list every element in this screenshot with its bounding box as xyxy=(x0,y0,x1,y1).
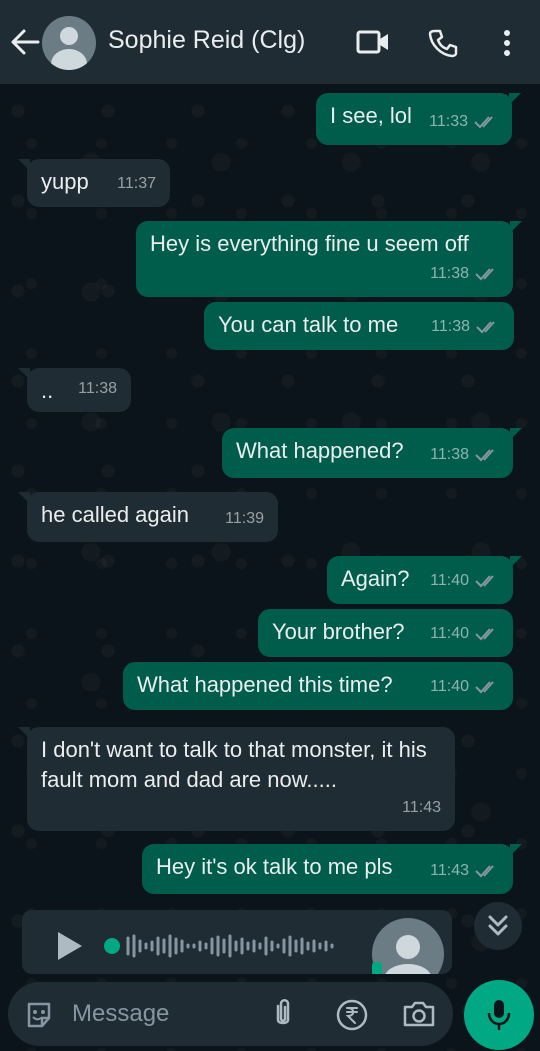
voice-sender-avatar xyxy=(372,918,444,974)
message-time: 11:43 xyxy=(430,862,469,879)
message-meta: 11:40 xyxy=(430,672,499,702)
read-ticks-icon xyxy=(475,865,494,878)
read-ticks-icon xyxy=(475,628,494,641)
double-chevron-down-icon xyxy=(488,915,508,936)
rupee-icon[interactable] xyxy=(336,999,368,1031)
message-incoming[interactable]: .. 11:38 xyxy=(18,368,131,412)
sticker-icon[interactable] xyxy=(24,1000,54,1030)
message-incoming[interactable]: yupp 11:37 xyxy=(18,159,170,207)
message-meta: 11:38 xyxy=(430,440,499,470)
message-outgoing[interactable]: I see, lol 11:33 xyxy=(316,93,521,145)
message-outgoing[interactable]: You can talk to me 11:38 xyxy=(204,302,514,350)
read-ticks-icon xyxy=(475,681,494,694)
message-text: You can talk to me xyxy=(218,312,399,337)
message-time: 11:33 xyxy=(429,113,468,130)
message-time: 11:40 xyxy=(430,678,469,695)
message-text: he called again xyxy=(41,502,190,527)
back-arrow-icon[interactable] xyxy=(10,28,40,56)
video-call-icon[interactable] xyxy=(356,28,390,61)
phone-icon[interactable] xyxy=(428,28,458,63)
mic-icon xyxy=(487,1000,511,1030)
message-outgoing[interactable]: Your brother? 11:40 xyxy=(258,609,513,657)
message-time: 11:38 xyxy=(430,265,469,282)
mic-button[interactable] xyxy=(464,980,534,1050)
camera-icon[interactable] xyxy=(402,1000,436,1028)
message-outgoing[interactable]: Again? 11:40 xyxy=(327,556,522,604)
read-ticks-icon xyxy=(475,449,494,462)
message-meta: 11:40 xyxy=(430,619,499,649)
message-text: I see, lol xyxy=(330,103,412,128)
voice-message[interactable] xyxy=(22,910,452,974)
read-ticks-icon xyxy=(474,116,493,129)
message-time: 11:38 xyxy=(430,446,469,463)
message-time: 11:40 xyxy=(430,572,469,589)
message-time: 11:40 xyxy=(430,625,469,642)
message-incoming[interactable]: I don't want to talk to that monster, it… xyxy=(18,727,455,831)
message-time: 11:37 xyxy=(117,175,156,192)
message-text: Your brother? xyxy=(272,619,405,644)
message-meta: 11:39 xyxy=(225,504,264,534)
contact-avatar[interactable] xyxy=(42,16,96,70)
more-vert-icon[interactable] xyxy=(503,30,511,61)
message-outgoing[interactable]: Hey is everything fine u seem off 11:38 xyxy=(136,221,522,297)
message-text: I don't want to talk to that monster, it… xyxy=(41,737,427,792)
read-ticks-icon xyxy=(475,575,494,588)
message-time: 11:38 xyxy=(431,318,470,335)
read-ticks-icon xyxy=(475,268,494,281)
message-meta: 11:40 xyxy=(430,566,499,596)
chat-header: Sophie Reid (Clg) xyxy=(0,0,540,84)
message-text: Hey it's ok talk to me pls xyxy=(156,854,393,879)
scroll-to-bottom-button[interactable] xyxy=(474,902,522,950)
message-time: 11:39 xyxy=(225,510,264,527)
message-outgoing[interactable]: What happened? 11:38 xyxy=(222,428,522,478)
message-composer[interactable]: Message xyxy=(8,982,453,1046)
message-text: What happened this time? xyxy=(137,672,393,697)
message-outgoing[interactable]: What happened this time? 11:40 xyxy=(123,662,513,710)
play-icon[interactable] xyxy=(56,930,84,962)
message-time: 11:43 xyxy=(402,799,441,816)
message-meta: 11:38 xyxy=(430,259,499,289)
message-incoming[interactable]: he called again 11:39 xyxy=(18,492,278,542)
message-meta: 11:37 xyxy=(117,169,156,199)
message-text: Hey is everything fine u seem off xyxy=(150,231,469,256)
message-meta: 11:38 xyxy=(78,374,117,404)
read-ticks-icon xyxy=(476,321,495,334)
message-outgoing[interactable]: Hey it's ok talk to me pls 11:43 xyxy=(142,844,522,894)
message-text: Again? xyxy=(341,566,410,591)
attach-icon[interactable] xyxy=(272,998,294,1030)
message-meta: 11:33 xyxy=(429,107,498,137)
message-text: .. xyxy=(41,378,54,403)
message-meta: 11:38 xyxy=(431,312,500,342)
message-text: yupp xyxy=(41,169,89,194)
waveform xyxy=(104,934,334,958)
message-text: What happened? xyxy=(236,438,404,463)
contact-name[interactable]: Sophie Reid (Clg) xyxy=(108,26,305,55)
message-meta: 11:43 xyxy=(402,793,441,823)
message-meta: 11:43 xyxy=(430,856,499,886)
message-input-placeholder[interactable]: Message xyxy=(72,1000,169,1028)
message-time: 11:38 xyxy=(78,380,117,397)
